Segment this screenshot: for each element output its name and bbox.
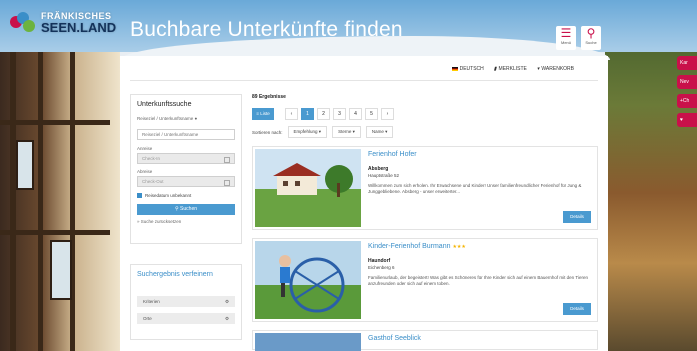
search-icon: ⚲ (586, 26, 596, 40)
listing-location: Absberg (368, 166, 389, 172)
menu-label: Menü (560, 40, 571, 45)
sort-recommendation[interactable]: Empfehlung ▾ (287, 126, 328, 138)
listing-title[interactable]: Ferienhof Hofer (368, 151, 589, 158)
list-view-button[interactable]: ≡ Liste (252, 108, 274, 120)
page-1[interactable]: 1 (301, 108, 314, 120)
refine-panel: Suchergebnis verfeinern Kriterien ⚙ Orte ⚙ (130, 264, 242, 340)
listing-body: Kinder-Ferienhof Burmann ★★★ Haundorf Ei… (368, 243, 589, 287)
listing-address: Hauptstraße 52 (368, 173, 400, 178)
menu-button[interactable]: ☰ Menü (556, 26, 576, 50)
departure-label: Abreise (137, 169, 153, 174)
date-unknown-label: Reisedatum unbekannt (145, 193, 192, 198)
submit-search-button[interactable]: ⚲ Suchen (137, 204, 235, 215)
search-sidebar: Unterkunftssuche Reiseziel / Unterkunfts… (130, 94, 242, 244)
listing-image[interactable] (255, 241, 361, 319)
watchlist-label: MERKLISTE (498, 66, 527, 72)
side-tab-news[interactable]: Nev (677, 75, 697, 89)
cart-link[interactable]: ▾ WARENKORB (537, 66, 574, 72)
arrival-input[interactable]: Check-In (137, 153, 235, 164)
divider (130, 80, 598, 81)
sort-name[interactable]: Name ▾ (365, 126, 394, 138)
watchlist-link[interactable]: ▮ MERKLISTE (494, 66, 527, 72)
search-button[interactable]: ⚲ Suche (581, 26, 601, 50)
german-flag-icon (451, 67, 458, 71)
page-title: Buchbare Unterkünfte finden (130, 18, 403, 41)
logo-mark-icon (10, 12, 36, 34)
hamburger-icon: ☰ (560, 26, 572, 40)
side-tab-ch[interactable]: +Ch (677, 94, 697, 108)
background-timber-house (0, 0, 120, 351)
language-label: DEUTSCH (459, 66, 484, 72)
content-panel: DEUTSCH ▮ MERKLISTE ▾ WARENKORB Unterkunft… (120, 56, 608, 351)
top-links: DEUTSCH ▮ MERKLISTE ▾ WARENKORB (451, 66, 574, 72)
details-button[interactable]: Details (563, 303, 591, 315)
side-tab-map[interactable]: Kar (677, 56, 697, 70)
refine-title: Suchergebnis verfeinern (137, 271, 213, 278)
date-unknown-checkbox[interactable]: Reisedatum unbekannt (137, 193, 235, 198)
page: { "logo": {"line1": "FRÄNKISCHES", "line… (0, 0, 697, 351)
results-controls: ≡ Liste ‹ 1 2 3 4 5 › (252, 108, 598, 120)
submit-search-label: Suchen (180, 206, 198, 212)
page-3[interactable]: 3 (333, 108, 346, 120)
arrival-label: Anreise (137, 146, 153, 151)
sort-stars[interactable]: Sterne ▾ (332, 126, 361, 138)
sort-label: Sortieren nach: (252, 129, 283, 135)
keyword-label: Reiseziel / Unterkunftsname ● (137, 116, 198, 121)
logo-text: FRÄNKISCHES SEEN.LAND (41, 12, 117, 35)
gear-icon: ⚙ (224, 299, 229, 304)
page-next[interactable]: › (381, 108, 394, 120)
facet-label: Kriterien (143, 299, 160, 304)
background-building-right (605, 0, 697, 351)
listing-image[interactable] (255, 333, 361, 351)
logo-line-2: SEEN.LAND (41, 20, 117, 35)
sort-row: Sortieren nach: Empfehlung ▾ Sterne ▾ Na… (252, 126, 598, 138)
reset-search-link[interactable]: » Suche zurücksetzen (137, 219, 235, 224)
results-count: 89 Ergebnisse (252, 94, 286, 100)
listing-description: Willkommen zum sich erholen. Ihr Erwachs… (368, 183, 582, 194)
listing-body: Ferienhof Hofer Absberg Hauptstraße 52 W… (368, 151, 589, 195)
details-button[interactable]: Details (563, 211, 591, 223)
page-2[interactable]: 2 (317, 108, 330, 120)
listing-description: Familienurlaub, der begeistert! Was gibt… (368, 275, 588, 286)
checkbox-icon (137, 193, 142, 198)
sidebar-title: Unterkunftssuche (137, 101, 192, 108)
info-icon: ● (194, 116, 198, 121)
listing-title[interactable]: Kinder-Ferienhof Burmann ★★★ (368, 243, 589, 250)
facet-label: Orte (143, 316, 152, 321)
star-rating: ★★★ (452, 244, 466, 250)
facet-criteria[interactable]: Kriterien ⚙ (137, 296, 235, 307)
cart-icon: ▾ (536, 66, 540, 72)
listing-address: Eichenberg 6 (368, 265, 395, 270)
results-area: 89 Ergebnisse ≡ Liste ‹ 1 2 3 4 5 › Sort… (252, 94, 598, 351)
search-icon: ⚲ (174, 206, 179, 212)
listing-title-text: Kinder-Ferienhof Burmann (368, 243, 451, 250)
site-logo[interactable]: FRÄNKISCHES SEEN.LAND (10, 12, 116, 34)
list-view-label: Liste (260, 111, 270, 116)
listing-location: Haundorf (368, 258, 391, 264)
facet-places[interactable]: Orte ⚙ (137, 313, 235, 324)
listing-image[interactable] (255, 149, 361, 227)
language-link[interactable]: DEUTSCH (451, 66, 484, 72)
listing-card: Kinder-Ferienhof Burmann ★★★ Haundorf Ei… (252, 238, 598, 322)
cart-label: WARENKORB (541, 66, 574, 72)
page-4[interactable]: 4 (349, 108, 362, 120)
listing-card: Gasthof Seeblick (252, 330, 598, 351)
keyword-input[interactable] (137, 129, 235, 140)
listing-card: Ferienhof Hofer Absberg Hauptstraße 52 W… (252, 146, 598, 230)
page-prev[interactable]: ‹ (285, 108, 298, 120)
listing-title[interactable]: Gasthof Seeblick (368, 335, 421, 342)
side-tab-favorites[interactable]: ♥ (677, 113, 697, 127)
search-label: Suche (585, 40, 597, 45)
departure-input[interactable]: Check-Out (137, 176, 235, 187)
gear-icon: ⚙ (224, 316, 229, 321)
list-icon: ≡ (256, 111, 259, 116)
page-5[interactable]: 5 (365, 108, 378, 120)
bookmark-icon: ▮ (493, 66, 497, 72)
side-tabs: Kar Nev +Ch ♥ (677, 56, 697, 132)
